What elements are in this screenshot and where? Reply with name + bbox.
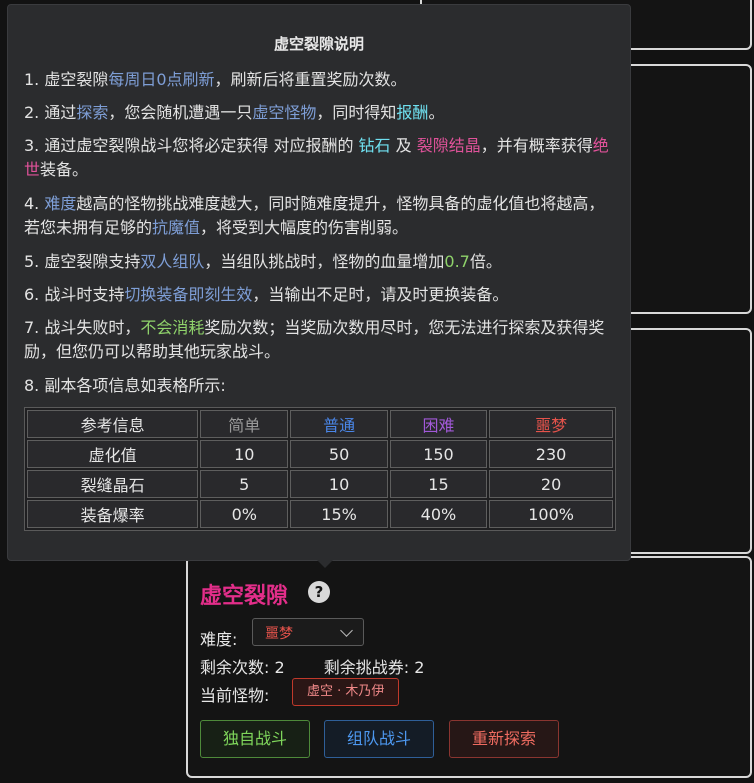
table-cell: 裂缝晶石	[27, 470, 199, 498]
tooltip-text-segment: ，同时得知	[316, 103, 397, 122]
tooltip-text-segment: 每周日0点刷新	[108, 70, 215, 89]
tooltip-line-8: 8. 副本各项信息如表格所示:	[24, 374, 614, 398]
difficulty-select[interactable]: 噩梦	[252, 618, 364, 646]
rift-info-tooltip: 虚空裂隙说明 1. 虚空裂隙每周日0点刷新，刷新后将重置奖励次数。 2. 通过探索…	[7, 4, 631, 568]
tooltip-text-segment: 0.7	[444, 252, 470, 271]
tickets-value: 2	[414, 658, 425, 677]
tooltip-line-2: 2. 通过探索，您会随机遭遇一只虚空怪物，同时得知报酬。	[24, 101, 614, 125]
tooltip-line-6: 6. 战斗时支持切换装备即刻生效，当输出不足时，请及时更换装备。	[24, 283, 614, 307]
tooltip-line-5: 5. 虚空裂隙支持双人组队，当组队挑战时，怪物的血量增加0.7倍。	[24, 250, 614, 274]
tooltip-text-segment: 2. 通过	[24, 103, 77, 122]
difficulty-selected-value: 噩梦	[265, 626, 293, 642]
tooltip-line-1: 1. 虚空裂隙每周日0点刷新，刷新后将重置奖励次数。	[24, 68, 614, 92]
table-row: 虚化值 10 50 150 230	[27, 440, 613, 468]
tooltip-text-segment: 1. 虚空裂隙	[24, 70, 109, 89]
tooltip-lines: 1. 虚空裂隙每周日0点刷新，刷新后将重置奖励次数。 2. 通过探索，您会随机遭遇…	[24, 68, 614, 398]
reexplore-button[interactable]: 重新探索	[449, 720, 559, 758]
table-cell: 50	[290, 440, 388, 468]
tooltip-text-segment: 。	[428, 103, 445, 122]
void-rift-panel: 虚空裂隙 ? 难度: 噩梦 剩余次数: 2 剩余挑战券: 2 当前怪物: 虚空 …	[186, 556, 752, 778]
table-row: 裂缝晶石 5 10 15 20	[27, 470, 613, 498]
counts-row: 剩余次数: 2 剩余挑战券: 2	[200, 654, 424, 678]
tooltip-text-segment: ，将受到大幅度的伤害削弱。	[200, 218, 409, 237]
monster-label: 当前怪物:	[200, 686, 270, 705]
tooltip-text-segment: 钻石	[358, 136, 391, 155]
table-cell: 20	[489, 470, 613, 498]
tooltip-text-segment: 报酬	[396, 103, 429, 122]
tooltip-text-segment: 抗魔值	[152, 218, 201, 237]
panel-title: 虚空裂隙	[200, 584, 289, 609]
table-cell: 40%	[389, 500, 488, 528]
header-nightmare: 噩梦	[489, 410, 613, 438]
table-cell: 15%	[290, 500, 388, 528]
table-cell: 10	[290, 470, 388, 498]
tooltip-text-segment: 4.	[24, 194, 45, 213]
tooltip-text-segment: 探索	[76, 103, 109, 122]
table-cell: 虚化值	[27, 440, 199, 468]
header-normal: 普通	[290, 410, 388, 438]
tooltip-text-segment: ，当组队挑战时，怪物的血量增加	[204, 252, 445, 271]
tooltip-text-segment: ，并有概率获得	[480, 136, 593, 155]
tooltip-text-segment: 双人组队	[140, 252, 205, 271]
tooltip-text-segment: 裂隙结晶	[416, 136, 481, 155]
header-hard: 困难	[389, 410, 488, 438]
table-cell: 230	[489, 440, 613, 468]
chevron-down-icon	[340, 624, 353, 637]
question-circle-icon[interactable]: ?	[308, 581, 330, 603]
tooltip-line-4: 4. 难度越高的怪物挑战难度越大，同时随难度提升，怪物具备的虚化值也将越高，若您…	[24, 192, 614, 240]
tooltip-text-segment: 7. 战斗失败时，	[24, 318, 141, 337]
table-cell: 装备爆率	[27, 500, 199, 528]
table-cell: 100%	[489, 500, 613, 528]
table-cell: 10	[200, 440, 289, 468]
tooltip-text-segment: ，您会随机遭遇一只	[108, 103, 253, 122]
tooltip-title: 虚空裂隙说明	[273, 35, 364, 53]
table-header-row: 参考信息 简单 普通 困难 噩梦	[27, 410, 613, 438]
table-cell: 150	[389, 440, 488, 468]
team-battle-button[interactable]: 组队战斗	[324, 720, 434, 758]
tooltip-text-segment: ，刷新后将重置奖励次数。	[214, 70, 407, 89]
table-cell: 15	[389, 470, 488, 498]
remaining-label: 剩余次数:	[200, 658, 270, 677]
tooltip-line-3: 3. 通过虚空裂隙战斗您将必定获得 对应报酬的 钻石 及 裂隙结晶，并有概率获得…	[24, 134, 614, 182]
tooltip-text-segment: 5. 虚空裂隙支持	[24, 252, 141, 271]
current-monster-tag: 虚空 · 木乃伊	[292, 678, 400, 706]
tooltip-text-segment: 难度	[44, 194, 77, 213]
header-ref: 参考信息	[27, 410, 199, 438]
tooltip-text-segment: 倍。	[469, 252, 502, 271]
difficulty-label: 难度:	[200, 630, 238, 649]
tooltip-line-7: 7. 战斗失败时，不会消耗奖励次数；当奖励次数用尽时，您无法进行探索及获得奖励，…	[24, 316, 614, 364]
table-row: 装备爆率 0% 15% 40% 100%	[27, 500, 613, 528]
tooltip-text-segment: 不会消耗	[140, 318, 205, 337]
tooltip-text-segment: 3. 通过虚空裂隙战斗您将必定获得 对应报酬的	[24, 136, 359, 155]
tooltip-text-segment: 切换装备即刻生效	[124, 285, 253, 304]
table-cell: 0%	[200, 500, 289, 528]
dungeon-info-table: 参考信息 简单 普通 困难 噩梦 虚化值 10 50 150 230 裂缝晶石 …	[24, 407, 616, 531]
tooltip-text-segment: 6. 战斗时支持	[24, 285, 125, 304]
tooltip-text-segment: 8. 副本各项信息如表格所示:	[24, 376, 226, 395]
tooltip-arrow	[316, 559, 334, 568]
tooltip-text-segment: 装备。	[40, 160, 89, 179]
tooltip-text-segment: ，当输出不足时，请及时更换装备。	[252, 285, 509, 304]
header-easy: 简单	[200, 410, 289, 438]
tooltip-text-segment: 及	[390, 136, 417, 155]
solo-battle-button[interactable]: 独自战斗	[200, 720, 310, 758]
tooltip-text-segment: 虚空怪物	[252, 103, 317, 122]
table-cell: 5	[200, 470, 289, 498]
tickets-label: 剩余挑战券:	[323, 658, 410, 677]
remaining-value: 2	[274, 658, 285, 677]
